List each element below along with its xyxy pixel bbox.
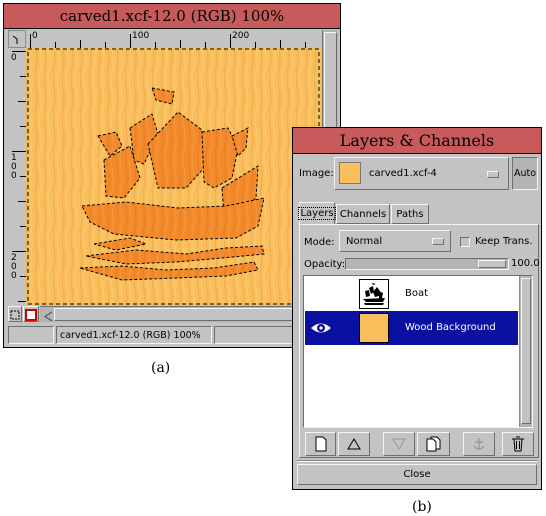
ruler-left-label-0: 0 <box>11 53 17 63</box>
image-canvas[interactable] <box>26 48 322 306</box>
tab-layers-label: Layers <box>298 207 336 220</box>
image-select[interactable]: carved1.xcf-4 <box>334 157 509 190</box>
image-thumbnail <box>339 162 361 184</box>
boat-icon <box>363 283 385 305</box>
ruler-corner <box>8 30 26 48</box>
lower-layer-icon <box>392 438 406 450</box>
image-window-title: carved1.xcf-12.0 (RGB) 100% <box>59 7 285 25</box>
ruler-left-label-100: 100 <box>11 153 17 181</box>
opacity-slider[interactable] <box>345 258 509 270</box>
tab-paths-label: Paths <box>396 208 424 220</box>
new-layer-icon <box>315 436 326 452</box>
vertical-ruler[interactable]: 0 100 200 <box>8 48 27 306</box>
mode-select[interactable]: Normal <box>339 230 451 252</box>
ruler-top-label-100: 100 <box>132 31 150 41</box>
raise-layer-button[interactable] <box>338 432 370 456</box>
opacity-value: 100.0 <box>511 258 540 269</box>
horizontal-scrollbar[interactable] <box>40 306 322 322</box>
caption-b: (b) <box>412 499 432 515</box>
opacity-slider-handle[interactable] <box>478 260 506 268</box>
quick-mask-off-button[interactable] <box>8 306 22 322</box>
image-window-titlebar[interactable]: carved1.xcf-12.0 (RGB) 100% <box>4 4 340 29</box>
dialog-separator <box>297 460 537 462</box>
image-window: carved1.xcf-12.0 (RGB) 100% 0 100 200 0 … <box>3 3 341 348</box>
close-button[interactable]: Close <box>297 464 537 485</box>
raise-layer-icon <box>347 438 361 450</box>
image-select-value: carved1.xcf-4 <box>369 168 437 179</box>
layers-dialog-titlebar[interactable]: Layers & Channels <box>293 128 541 154</box>
auto-button-label: Auto <box>513 168 537 179</box>
horizontal-scrollbar-thumb[interactable] <box>54 308 318 321</box>
mode-select-value: Normal <box>346 236 383 247</box>
status-text: carved1.xcf-12.0 (RGB) 100% <box>60 329 201 341</box>
layer-name-boat: Boat <box>405 288 429 299</box>
delete-layer-button[interactable] <box>502 432 534 456</box>
image-label: Image: <box>299 168 334 179</box>
eye-icon[interactable] <box>309 318 333 338</box>
wood-layer-thumbnail <box>359 313 389 343</box>
layer-row-wood-background[interactable]: Wood Background <box>305 311 518 345</box>
delete-icon <box>512 436 524 452</box>
mode-select-arrow-icon <box>432 238 444 245</box>
close-button-label: Close <box>403 469 431 480</box>
mode-label: Mode: <box>304 237 335 248</box>
status-bar: carved1.xcf-12.0 (RGB) 100% <box>56 326 212 344</box>
keep-trans-checkbox[interactable] <box>460 237 470 247</box>
new-layer-button[interactable] <box>305 432 336 456</box>
keep-trans-label: Keep Trans. <box>475 236 533 247</box>
horizontal-ruler[interactable]: 0 100 200 <box>26 30 322 49</box>
quick-mask-on-button[interactable] <box>23 306 39 322</box>
anchor-layer-button[interactable] <box>463 432 495 456</box>
tab-bar: Layers Channels Paths <box>298 202 535 224</box>
tab-channels-label: Channels <box>339 208 387 220</box>
layer-list-scrollbar-thumb[interactable] <box>521 278 531 424</box>
layer-name-wood-background: Wood Background <box>405 322 496 333</box>
auto-button[interactable]: Auto <box>512 157 538 190</box>
tab-layers[interactable]: Layers <box>298 202 336 224</box>
layer-list-scrollbar[interactable] <box>519 276 532 427</box>
scroll-left-arrow-icon[interactable] <box>42 308 54 322</box>
layers-dialog-title: Layers & Channels <box>339 131 495 150</box>
layer-row-boat[interactable]: Boat <box>305 277 518 310</box>
ruler-left-label-200: 200 <box>11 253 17 281</box>
caption-a: (a) <box>151 360 171 376</box>
layers-dialog: Layers & Channels Image: carved1.xcf-4 A… <box>292 127 542 490</box>
boat-layer-thumbnail <box>359 279 389 309</box>
tab-channels[interactable]: Channels <box>336 204 390 224</box>
ruler-top-label-0: 0 <box>32 31 38 41</box>
status-left-field <box>8 326 54 344</box>
anchor-icon <box>473 438 485 450</box>
image-select-arrow-icon <box>487 171 499 178</box>
ruler-top-label-200: 200 <box>232 31 250 41</box>
tab-paths[interactable]: Paths <box>391 204 429 224</box>
duplicate-layer-button[interactable] <box>417 432 450 456</box>
duplicate-layer-icon <box>426 436 440 452</box>
layer-visibility-toggle-boat[interactable] <box>309 283 333 303</box>
layer-list: Boat Wood Background <box>303 275 533 428</box>
opacity-label: Opacity: <box>304 259 346 270</box>
carved-wood-image <box>26 48 322 306</box>
lower-layer-button[interactable] <box>383 432 415 456</box>
